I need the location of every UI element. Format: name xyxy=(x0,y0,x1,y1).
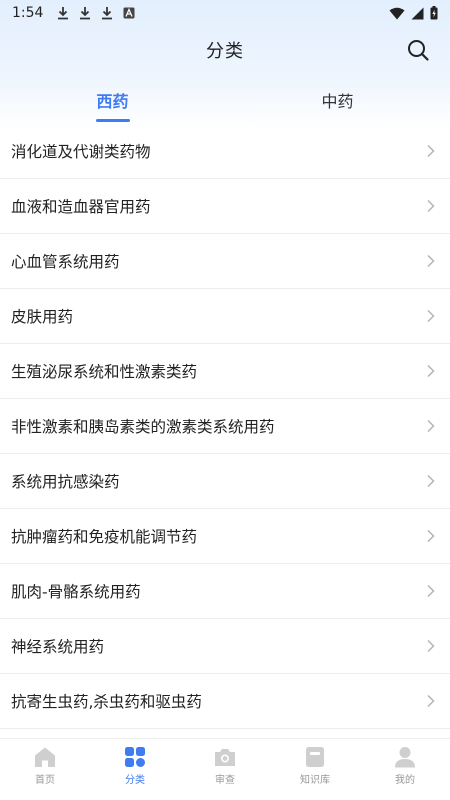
chevron-right-icon xyxy=(427,639,435,653)
tab-label: 中药 xyxy=(321,92,354,111)
bottom-nav-label: 审查 xyxy=(215,775,235,786)
bottom-navigation: 首页 分类 审查 知识库 我的 xyxy=(0,738,450,800)
category-label: 抗寄生虫药,杀虫药和驱虫药 xyxy=(11,693,202,711)
category-label: 生殖泌尿系统和性激素类药 xyxy=(11,363,198,381)
status-bar: 1:54 xyxy=(0,0,450,26)
chevron-right-icon xyxy=(427,199,435,213)
category-label: 消化道及代谢类药物 xyxy=(11,143,151,161)
category-label: 心血管系统用药 xyxy=(11,253,120,271)
camera-icon xyxy=(215,749,235,766)
chevron-right-icon xyxy=(427,254,435,268)
category-item[interactable]: 血液和造血器官用药 xyxy=(0,179,450,234)
book-icon xyxy=(306,747,324,767)
bottom-nav-review[interactable]: 审查 xyxy=(180,739,270,800)
bottom-nav-label: 首页 xyxy=(35,775,55,786)
cellular-signal-icon xyxy=(411,7,424,19)
category-label: 系统用抗感染药 xyxy=(11,473,120,491)
download-icon xyxy=(58,7,69,20)
category-label: 非性激素和胰岛素类的激素类系统用药 xyxy=(11,418,275,436)
category-label: 抗肿瘤药和免疫机能调节药 xyxy=(11,528,198,546)
category-item[interactable]: 生殖泌尿系统和性激素类药 xyxy=(0,344,450,399)
chevron-right-icon xyxy=(427,144,435,158)
tab-label: 西药 xyxy=(96,92,129,111)
active-tab-indicator xyxy=(95,119,130,122)
chevron-right-icon xyxy=(427,309,435,323)
chevron-right-icon xyxy=(427,474,435,488)
chevron-right-icon xyxy=(427,364,435,378)
chevron-right-icon xyxy=(427,694,435,708)
bottom-nav-label: 分类 xyxy=(125,775,145,786)
category-item[interactable]: 肌肉-骨骼系统用药 xyxy=(0,564,450,619)
category-item[interactable]: 消化道及代谢类药物 xyxy=(0,124,450,179)
bottom-nav-profile[interactable]: 我的 xyxy=(360,739,450,800)
download-icon xyxy=(80,7,91,20)
app-notification-icon xyxy=(123,7,135,19)
navigation-bar: 分类 xyxy=(0,28,450,72)
download-icon xyxy=(102,7,113,20)
bottom-nav-home[interactable]: 首页 xyxy=(0,739,90,800)
bottom-nav-category[interactable]: 分类 xyxy=(90,739,180,800)
category-item[interactable]: 心血管系统用药 xyxy=(0,234,450,289)
category-item[interactable]: 系统用抗感染药 xyxy=(0,454,450,509)
user-icon xyxy=(395,747,415,768)
bottom-nav-knowledge-base[interactable]: 知识库 xyxy=(270,739,360,800)
bottom-nav-label: 我的 xyxy=(395,775,415,786)
category-label: 肌肉-骨骼系统用药 xyxy=(11,583,141,601)
category-item[interactable]: 皮肤用药 xyxy=(0,289,450,344)
chevron-right-icon xyxy=(427,584,435,598)
tab-bar: 西药 中药 xyxy=(0,78,450,124)
search-icon[interactable] xyxy=(406,38,430,62)
category-item[interactable]: 非性激素和胰岛素类的激素类系统用药 xyxy=(0,399,450,454)
chevron-right-icon xyxy=(427,419,435,433)
home-icon xyxy=(35,747,55,767)
page-title: 分类 xyxy=(206,41,244,62)
chevron-right-icon xyxy=(427,529,435,543)
category-item[interactable]: 抗寄生虫药,杀虫药和驱虫药 xyxy=(0,674,450,729)
battery-charging-icon xyxy=(430,6,438,20)
tab-western-medicine[interactable]: 西药 xyxy=(0,78,225,124)
wifi-icon xyxy=(389,7,405,19)
category-grid-icon xyxy=(125,747,145,767)
category-item[interactable]: 抗肿瘤药和免疫机能调节药 xyxy=(0,509,450,564)
category-list: 消化道及代谢类药物 血液和造血器官用药 心血管系统用药 皮肤用药 生殖泌尿系统和… xyxy=(0,124,450,729)
tab-chinese-medicine[interactable]: 中药 xyxy=(225,78,450,124)
category-label: 皮肤用药 xyxy=(11,308,74,326)
category-item[interactable]: 神经系统用药 xyxy=(0,619,450,674)
bottom-nav-label: 知识库 xyxy=(300,775,330,786)
category-label: 血液和造血器官用药 xyxy=(11,198,151,216)
category-label: 神经系统用药 xyxy=(11,638,105,656)
status-time: 1:54 xyxy=(12,5,44,21)
